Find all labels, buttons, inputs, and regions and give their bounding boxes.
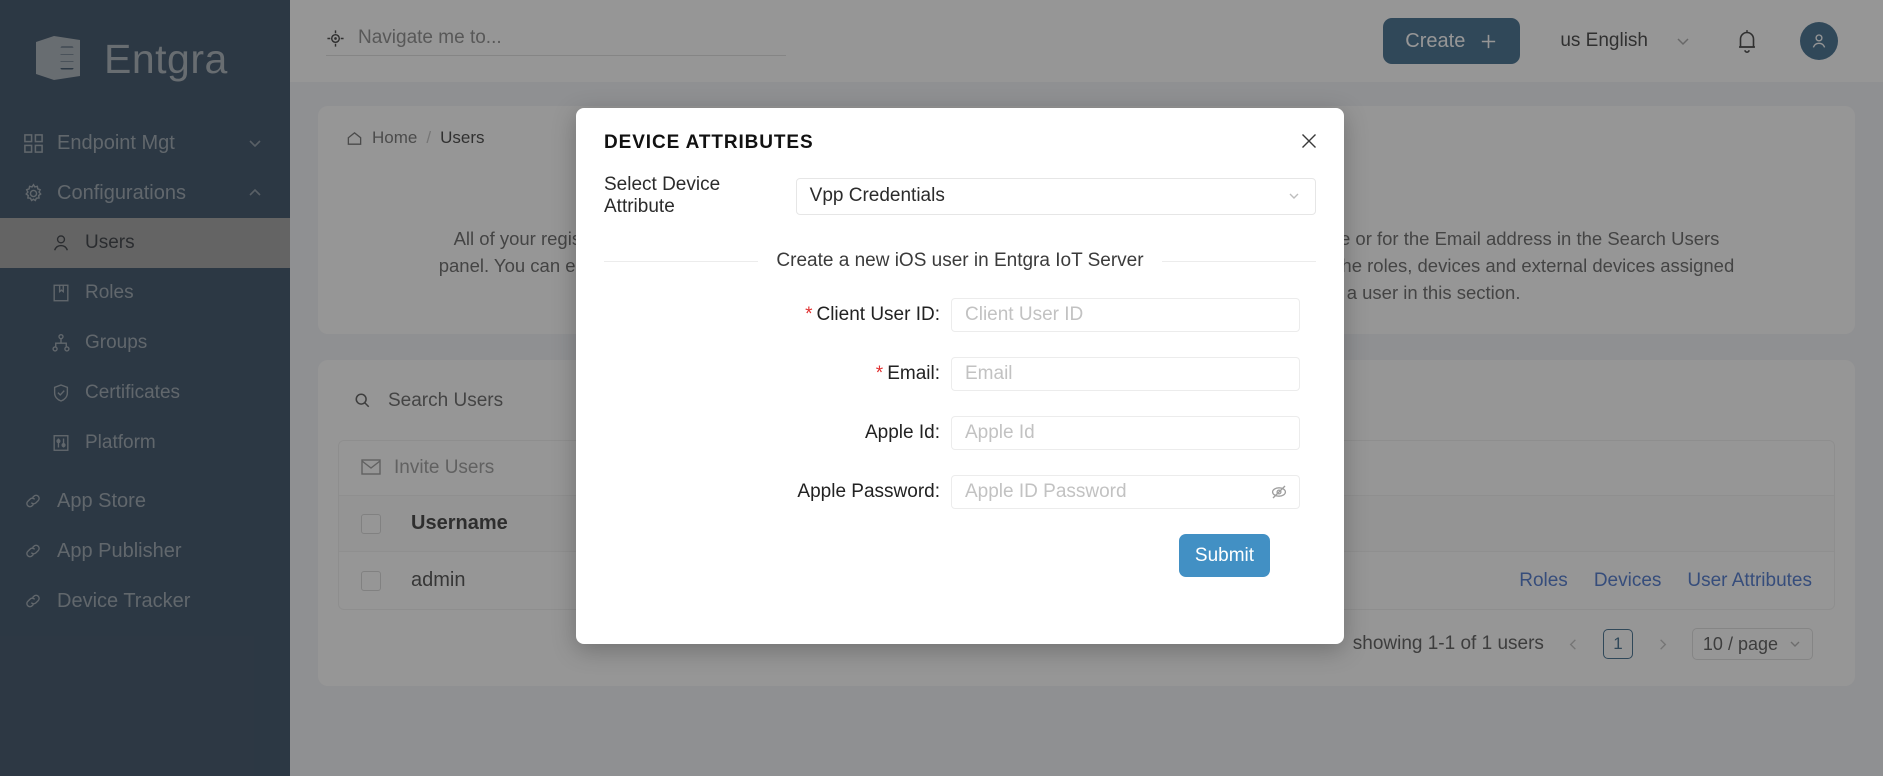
device-attribute-value: Vpp Credentials [809, 185, 945, 206]
divider-text: Create a new iOS user in Entgra IoT Serv… [776, 250, 1144, 271]
device-attribute-select[interactable]: Vpp Credentials [795, 177, 1316, 215]
close-icon[interactable] [1298, 130, 1320, 152]
chevron-down-icon [1286, 188, 1302, 204]
submit-button[interactable]: Submit [1179, 534, 1270, 577]
divider-line-right [1161, 260, 1316, 262]
device-attribute-row: Select Device Attribute Vpp Credentials [604, 174, 1316, 218]
required-marker: * [875, 363, 884, 384]
form-row-client-user-id: * Client User ID: [604, 298, 1316, 332]
email-label-text: Email: [887, 363, 940, 384]
apple-id-input[interactable] [965, 422, 1286, 444]
email-input[interactable] [965, 363, 1286, 385]
device-attributes-modal: DEVICE ATTRIBUTES Select Device Attribut… [576, 108, 1344, 644]
required-marker: * [805, 304, 813, 325]
apple-password-label: Apple Password: [797, 481, 940, 502]
ios-user-form: *Client User ID: *Email: Apple Id: [604, 298, 1316, 577]
email-field[interactable] [951, 357, 1300, 391]
form-row-apple-id: Apple Id: [604, 416, 1316, 450]
divider-line-left [604, 260, 759, 262]
eye-off-icon[interactable] [1270, 483, 1288, 501]
client-user-id-field[interactable] [951, 298, 1300, 332]
apple-password-field[interactable] [951, 475, 1300, 509]
app-root: Entgra Endpoint Mgt [0, 0, 1883, 776]
email-label: * Email: [604, 363, 951, 385]
client-user-id-label-text: Client User ID: [816, 304, 940, 325]
apple-id-field[interactable] [951, 416, 1300, 450]
form-row-email: * Email: [604, 357, 1316, 391]
form-section-divider: Create a new iOS user in Entgra IoT Serv… [604, 250, 1316, 272]
apple-password-input[interactable] [965, 481, 1286, 503]
client-user-id-input[interactable] [965, 304, 1286, 326]
client-user-id-label: * Client User ID: [604, 304, 951, 326]
modal-title: DEVICE ATTRIBUTES [604, 132, 814, 153]
device-attribute-label: Select Device Attribute [604, 174, 721, 217]
form-row-apple-password: Apple Password: [604, 475, 1316, 509]
apple-id-label: Apple Id: [865, 422, 940, 443]
submit-row: Submit [604, 534, 1316, 577]
